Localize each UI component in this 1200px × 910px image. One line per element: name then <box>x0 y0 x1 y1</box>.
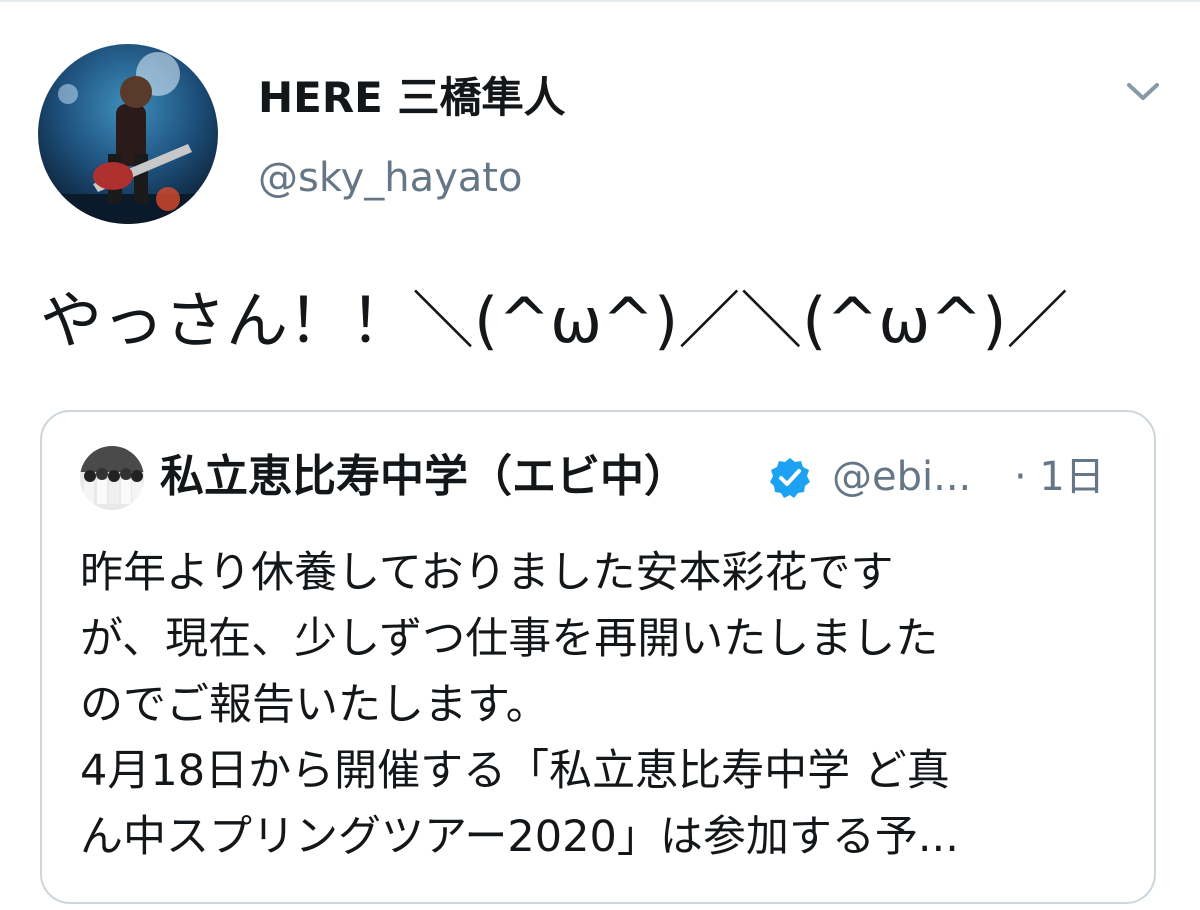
author-handle[interactable]: @sky_hayato <box>258 152 522 204</box>
verified-badge-icon <box>768 456 812 500</box>
chevron-down-icon[interactable] <box>1118 72 1168 112</box>
top-divider <box>0 0 1200 2</box>
quoted-tweet-card[interactable]: 私立恵比寿中学（エビ中） @ebi... · 1日 昨年より休養しておりました安… <box>40 410 1156 904</box>
quoted-tweet-line: 昨年より休養しておりました安本彩花です <box>80 548 894 598</box>
quoted-author-avatar[interactable] <box>80 446 144 510</box>
quoted-tweet-timestamp[interactable]: · 1日 <box>1014 448 1105 506</box>
quoted-tweet-line: ん中スプリングツアー2020」は参加する予... <box>80 812 959 862</box>
quoted-tweet-line: のでご報告いたします。 <box>80 680 549 730</box>
author-avatar[interactable] <box>38 44 218 224</box>
quoted-tweet-line: が、現在、少しずつ仕事を再開いたしました <box>80 614 939 664</box>
tweet-text: やっさん！！＼(^ω^)／＼(^ω^)／ <box>40 284 1069 357</box>
quoted-tweet-body: 昨年より休養しておりました安本彩花です が、現在、少しずつ仕事を再開いたしました… <box>80 540 1120 870</box>
quoted-author-handle[interactable]: @ebi... <box>832 448 971 506</box>
author-display-name[interactable]: HERE 三橋隼人 <box>258 72 566 124</box>
quoted-author-name[interactable]: 私立恵比寿中学（エビ中） <box>160 448 688 506</box>
quoted-tweet-line: 4月18日から開催する「私立恵比寿中学 ど真 <box>80 746 950 796</box>
